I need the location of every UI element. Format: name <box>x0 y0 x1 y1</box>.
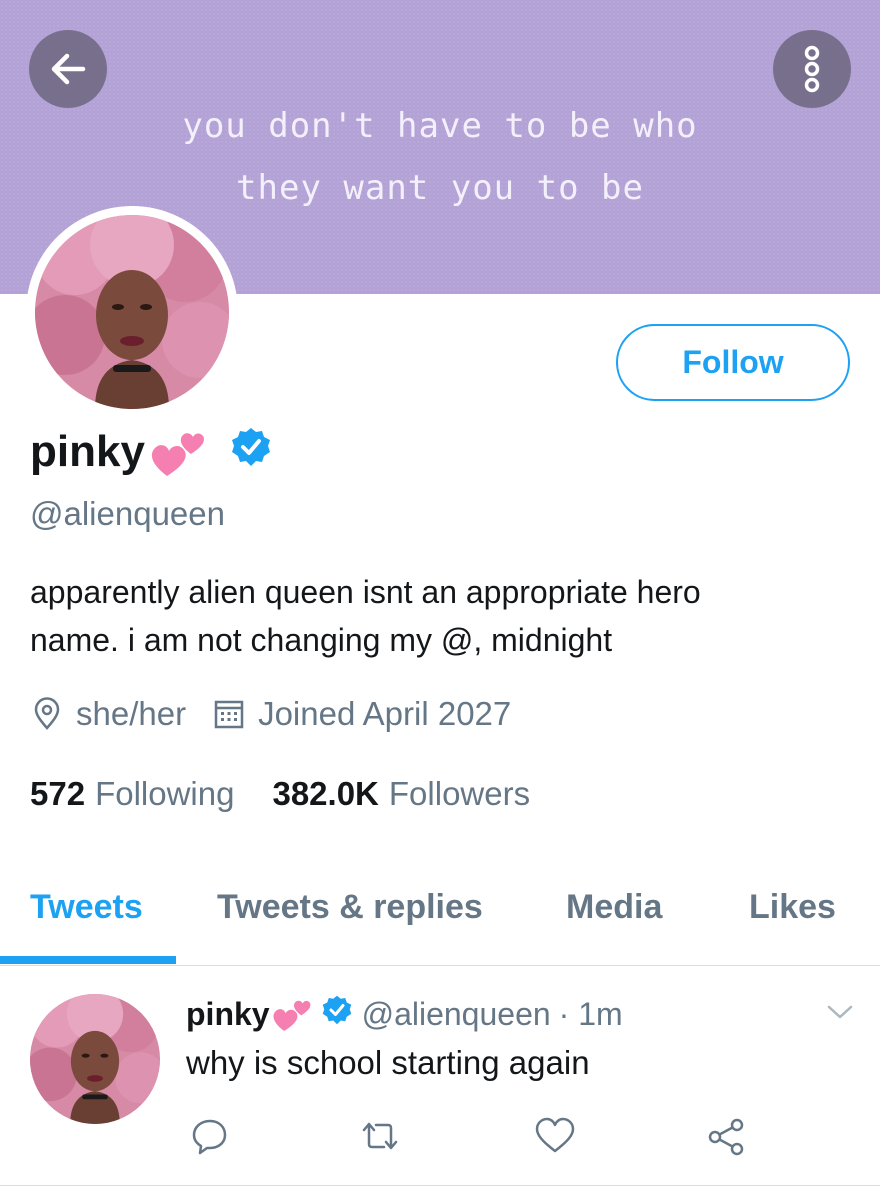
two-hearts-emoji <box>270 994 314 1034</box>
following-label: Following <box>95 775 235 812</box>
more-options-button[interactable] <box>773 30 851 108</box>
profile-location: she/her <box>76 695 187 732</box>
joined-date: Joined April 2027 <box>258 695 512 732</box>
bio-line2: name. i am not changing my @, midnight <box>30 622 613 658</box>
back-button[interactable] <box>29 30 107 108</box>
tweet-header: pinky @alienqueen · 1m <box>186 994 623 1034</box>
tab-tweets[interactable]: Tweets <box>30 888 143 927</box>
tab-tweets-replies[interactable]: Tweets & replies <box>217 888 483 927</box>
follow-button[interactable]: Follow <box>616 324 850 401</box>
banner-quote-line2: they want you to be <box>236 168 644 208</box>
profile-meta: she/her Joined April 2027 <box>30 695 511 733</box>
followers-link[interactable]: 382.0K Followers <box>272 775 530 813</box>
tweet-avatar[interactable] <box>30 994 160 1124</box>
profile-tabs: Tweets Tweets & replies Media Likes <box>0 880 880 966</box>
verified-badge-icon <box>231 427 271 478</box>
tweet[interactable]: pinky @alienqueen · 1m why is school sta… <box>0 966 880 1186</box>
profile-bio: apparently alien queen isnt an appropria… <box>30 568 850 664</box>
bio-line1: apparently alien queen isnt an appropria… <box>30 574 701 610</box>
profile-handle: @alienqueen <box>30 495 225 532</box>
tab-media[interactable]: Media <box>566 888 662 927</box>
chevron-down-icon[interactable] <box>826 1002 854 1022</box>
arrow-left-icon <box>51 53 86 85</box>
following-count: 572 <box>30 775 86 812</box>
two-hearts-emoji <box>147 424 209 480</box>
tab-likes[interactable]: Likes <box>749 888 836 927</box>
tweet-author-name[interactable]: pinky <box>186 996 270 1033</box>
tweet-author-handle[interactable]: @alienqueen <box>362 996 551 1033</box>
followers-count: 382.0K <box>272 775 379 812</box>
like-icon[interactable] <box>534 1116 576 1156</box>
active-tab-indicator <box>0 956 176 964</box>
display-name-text: pinky <box>30 427 145 476</box>
following-link[interactable]: 572 Following <box>30 775 234 813</box>
profile-stats: 572 Following 382.0K Followers <box>30 775 568 813</box>
share-icon[interactable] <box>705 1116 747 1158</box>
tweet-time: · 1m <box>558 995 623 1032</box>
more-vertical-icon <box>804 45 820 93</box>
profile-avatar[interactable] <box>35 215 229 409</box>
calendar-icon <box>214 700 244 729</box>
retweet-icon[interactable] <box>358 1116 402 1156</box>
verified-badge-icon <box>322 995 352 1033</box>
banner-quote-line1: you don't have to be who <box>182 106 698 146</box>
display-name: pinky <box>30 424 271 480</box>
location-pin-icon <box>34 697 60 730</box>
reply-icon[interactable] <box>190 1116 230 1156</box>
tweet-text: why is school starting again <box>186 1044 590 1081</box>
followers-label: Followers <box>388 775 531 812</box>
